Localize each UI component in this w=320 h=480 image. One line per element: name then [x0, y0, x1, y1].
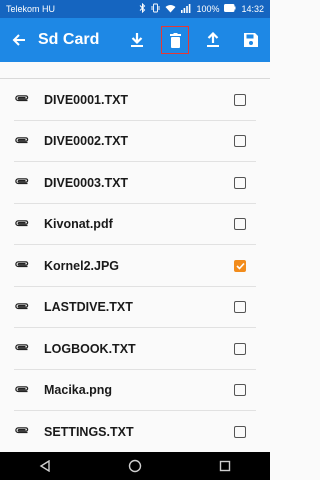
- home-nav-icon: [128, 459, 142, 473]
- file-row[interactable]: SETTINGS.TXT: [0, 411, 270, 452]
- file-name: LOGBOOK.TXT: [44, 341, 136, 356]
- file-name: Kornel2.JPG: [44, 258, 120, 273]
- file-name: DIVE0002.TXT: [44, 134, 129, 149]
- back-arrow-icon: [12, 34, 25, 46]
- attachment-icon: [0, 344, 44, 353]
- file-checkbox[interactable]: [234, 218, 246, 231]
- attachment-icon: [0, 261, 44, 270]
- delete-icon: [169, 32, 181, 48]
- nav-back-button[interactable]: [25, 452, 65, 480]
- file-checkbox[interactable]: [234, 425, 246, 438]
- recents-nav-icon: [219, 460, 231, 472]
- file-checkbox[interactable]: [234, 259, 246, 272]
- status-icons: 100% 14:32: [139, 2, 264, 15]
- upload-button[interactable]: [194, 18, 232, 62]
- file-row[interactable]: Kivonat.pdf: [0, 204, 270, 246]
- back-button[interactable]: [0, 18, 38, 62]
- save-icon: [244, 33, 258, 47]
- file-row[interactable]: DIVE0002.TXT: [0, 121, 270, 163]
- file-checkbox[interactable]: [234, 93, 246, 106]
- file-name: LASTDIVE.TXT: [44, 300, 133, 315]
- upload-icon: [207, 32, 219, 47]
- signal-icon: [181, 3, 191, 15]
- nav-home-button[interactable]: [115, 452, 155, 480]
- file-list: DIVE0001.TXT DIVE0002.TXT DIVE0003.TXT Kivo…: [0, 62, 270, 452]
- file-checkbox[interactable]: [234, 301, 246, 314]
- file-checkbox[interactable]: [234, 384, 246, 397]
- download-icon: [131, 33, 143, 47]
- list-top-divider: [0, 62, 270, 79]
- file-checkbox[interactable]: [234, 135, 246, 148]
- check-icon: [235, 262, 245, 270]
- attachment-icon: [0, 95, 44, 104]
- clock: 14:32: [241, 4, 264, 14]
- file-row[interactable]: DIVE0003.TXT: [0, 162, 270, 204]
- file-row[interactable]: LOGBOOK.TXT: [0, 328, 270, 370]
- delete-button[interactable]: [156, 18, 194, 62]
- file-name: SETTINGS.TXT: [44, 424, 134, 439]
- attachment-icon: [0, 220, 44, 229]
- back-nav-icon: [39, 460, 50, 472]
- bluetooth-icon: [139, 2, 146, 15]
- attachment-icon: [0, 427, 44, 436]
- file-row[interactable]: Kornel2.JPG: [0, 245, 270, 287]
- selection-highlight: [161, 26, 189, 54]
- file-checkbox[interactable]: [234, 342, 246, 355]
- attachment-icon: [0, 137, 44, 146]
- file-row[interactable]: LASTDIVE.TXT: [0, 287, 270, 329]
- battery-percent: 100%: [196, 4, 220, 14]
- save-button[interactable]: [232, 18, 270, 62]
- app-bar: Sd Card: [0, 18, 270, 62]
- file-row[interactable]: Macika.png: [0, 370, 270, 412]
- attachment-icon: [0, 386, 44, 395]
- carrier-label: Telekom HU: [6, 4, 56, 14]
- attachment-icon: [0, 178, 44, 187]
- attachment-icon: [0, 303, 44, 312]
- page-title: Sd Card: [38, 31, 100, 48]
- toolbar-actions: [118, 18, 270, 62]
- file-name: DIVE0001.TXT: [44, 92, 129, 107]
- file-checkbox[interactable]: [234, 176, 246, 189]
- file-name: Kivonat.pdf: [44, 217, 113, 232]
- wifi-icon: [165, 4, 176, 15]
- status-bar: Telekom HU 100% 14:32: [0, 0, 270, 18]
- system-nav-bar: [0, 452, 270, 480]
- download-button[interactable]: [118, 18, 156, 62]
- file-row[interactable]: DIVE0001.TXT: [0, 79, 270, 121]
- battery-icon: [224, 4, 236, 14]
- file-name: Macika.png: [44, 383, 113, 398]
- nav-recents-button[interactable]: [205, 452, 245, 480]
- vibrate-icon: [151, 3, 160, 15]
- file-name: DIVE0003.TXT: [44, 175, 129, 190]
